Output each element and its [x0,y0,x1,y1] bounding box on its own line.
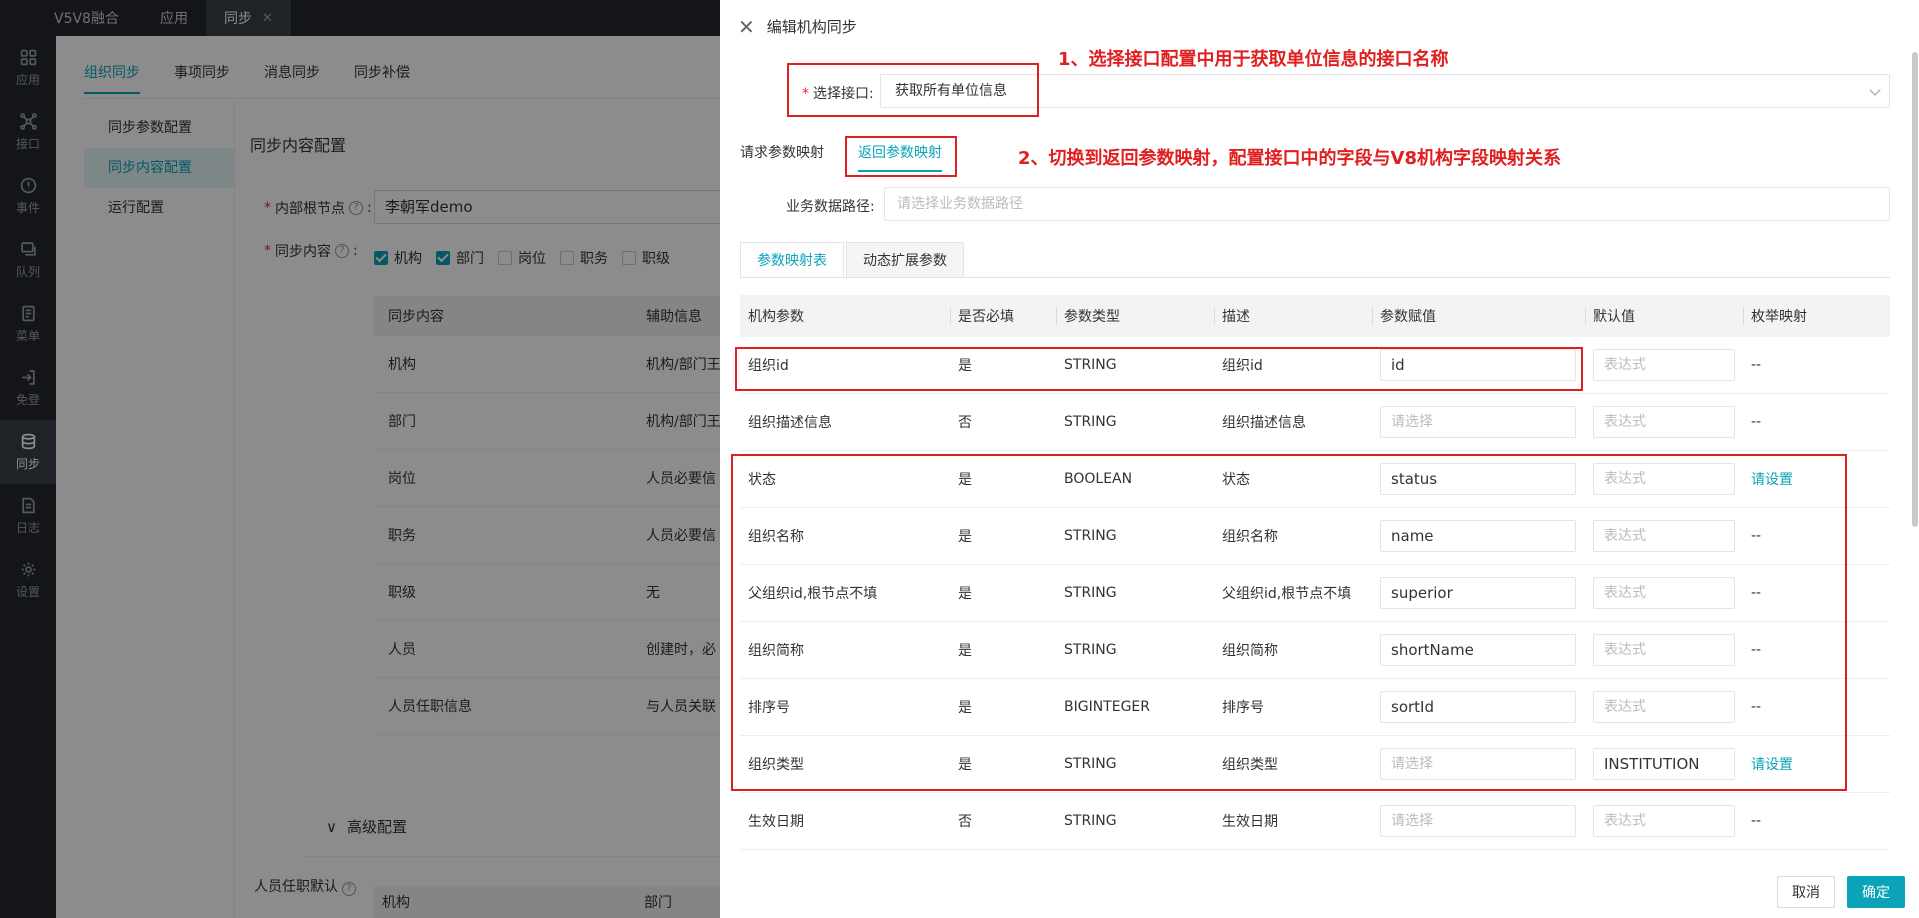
table-cell: 请选择 [1372,394,1585,450]
param-name: 组织描述信息 [748,415,832,431]
table-header: 机构参数 是否必填 参数类型 描述 参数赋值 默认值 枚举映射 [740,295,1890,337]
default-value-input[interactable]: 表达式 [1593,805,1735,837]
required-flag: 否 [958,814,972,830]
divider [740,277,1890,278]
tab-request-mapping[interactable]: 请求参数映射 [740,142,824,172]
table-cell: STRING [1056,793,1214,849]
param-card-tabs: 参数映射表 动态扩展参数 [740,242,966,278]
enum-empty: -- [1751,357,1762,373]
table-cell: 生效日期 [740,793,950,849]
table-cell: 否 [950,394,1056,450]
annotation-note-2: 2、切换到返回参数映射，配置接口中的字段与V8机构字段映射关系 [1018,148,1561,169]
drawer-footer: 取消 确定 [1777,876,1905,908]
annotation-box [735,347,1583,391]
default-value-input[interactable]: 表达式 [1593,349,1735,381]
param-desc: 生效日期 [1222,814,1278,830]
required-flag: 否 [958,415,972,431]
data-path-label: 业务数据路径: [786,199,875,215]
close-icon[interactable]: ✕ [738,17,755,37]
table-cell: 否 [950,793,1056,849]
table-cell: STRING [1056,394,1214,450]
table-cell: 组织描述信息 [740,394,950,450]
default-value-input[interactable]: 表达式 [1593,406,1735,438]
column-header: 是否必填 [950,295,1056,337]
column-header: 参数类型 [1056,295,1214,337]
table-cell: 表达式 [1585,337,1743,393]
annotation-box [731,454,1847,791]
param-name: 生效日期 [748,814,804,830]
modal-mask[interactable] [0,0,720,918]
data-path-input[interactable]: 请选择业务数据路径 [884,187,1890,221]
column-header: 参数赋值 [1372,295,1585,337]
table-cell: 组织描述信息 [1214,394,1372,450]
column-header: 枚举映射 [1743,295,1890,337]
annotation-note-1: 1、选择接口配置中用于获取单位信息的接口名称 [1058,49,1449,70]
tab-param-mapping-table[interactable]: 参数映射表 [740,242,844,278]
confirm-button[interactable]: 确定 [1847,876,1905,908]
param-desc: 组织描述信息 [1222,415,1306,431]
param-assign-input[interactable]: 请选择 [1380,805,1576,837]
column-header: 描述 [1214,295,1372,337]
table-cell: -- [1743,793,1890,849]
enum-empty: -- [1751,414,1762,430]
param-type: STRING [1064,414,1117,430]
drawer-header: ✕ 编辑机构同步 [738,16,857,37]
annotation-box [787,63,1039,117]
table-row: 生效日期 否 STRING 生效日期 请选择 表达式 -- [740,793,1890,850]
column-header: 机构参数 [748,309,804,325]
drawer-title: 编辑机构同步 [766,18,857,36]
table-cell: 表达式 [1585,394,1743,450]
table-cell: 生效日期 [1214,793,1372,849]
column-header: 默认值 [1585,295,1743,337]
chevron-down-icon [1869,84,1881,96]
table-cell: 请选择 [1372,793,1585,849]
param-type: STRING [1064,813,1117,829]
table-cell: -- [1743,394,1890,450]
annotation-box [845,136,957,177]
table-row: 组织描述信息 否 STRING 组织描述信息 请选择 表达式 -- [740,394,1890,451]
table-cell: 表达式 [1585,793,1743,849]
scrollbar[interactable] [1912,52,1918,527]
enum-empty: -- [1751,813,1762,829]
tab-dynamic-params[interactable]: 动态扩展参数 [846,242,964,278]
cancel-button[interactable]: 取消 [1777,876,1835,908]
param-assign-input[interactable]: 请选择 [1380,406,1576,438]
table-cell: -- [1743,337,1890,393]
